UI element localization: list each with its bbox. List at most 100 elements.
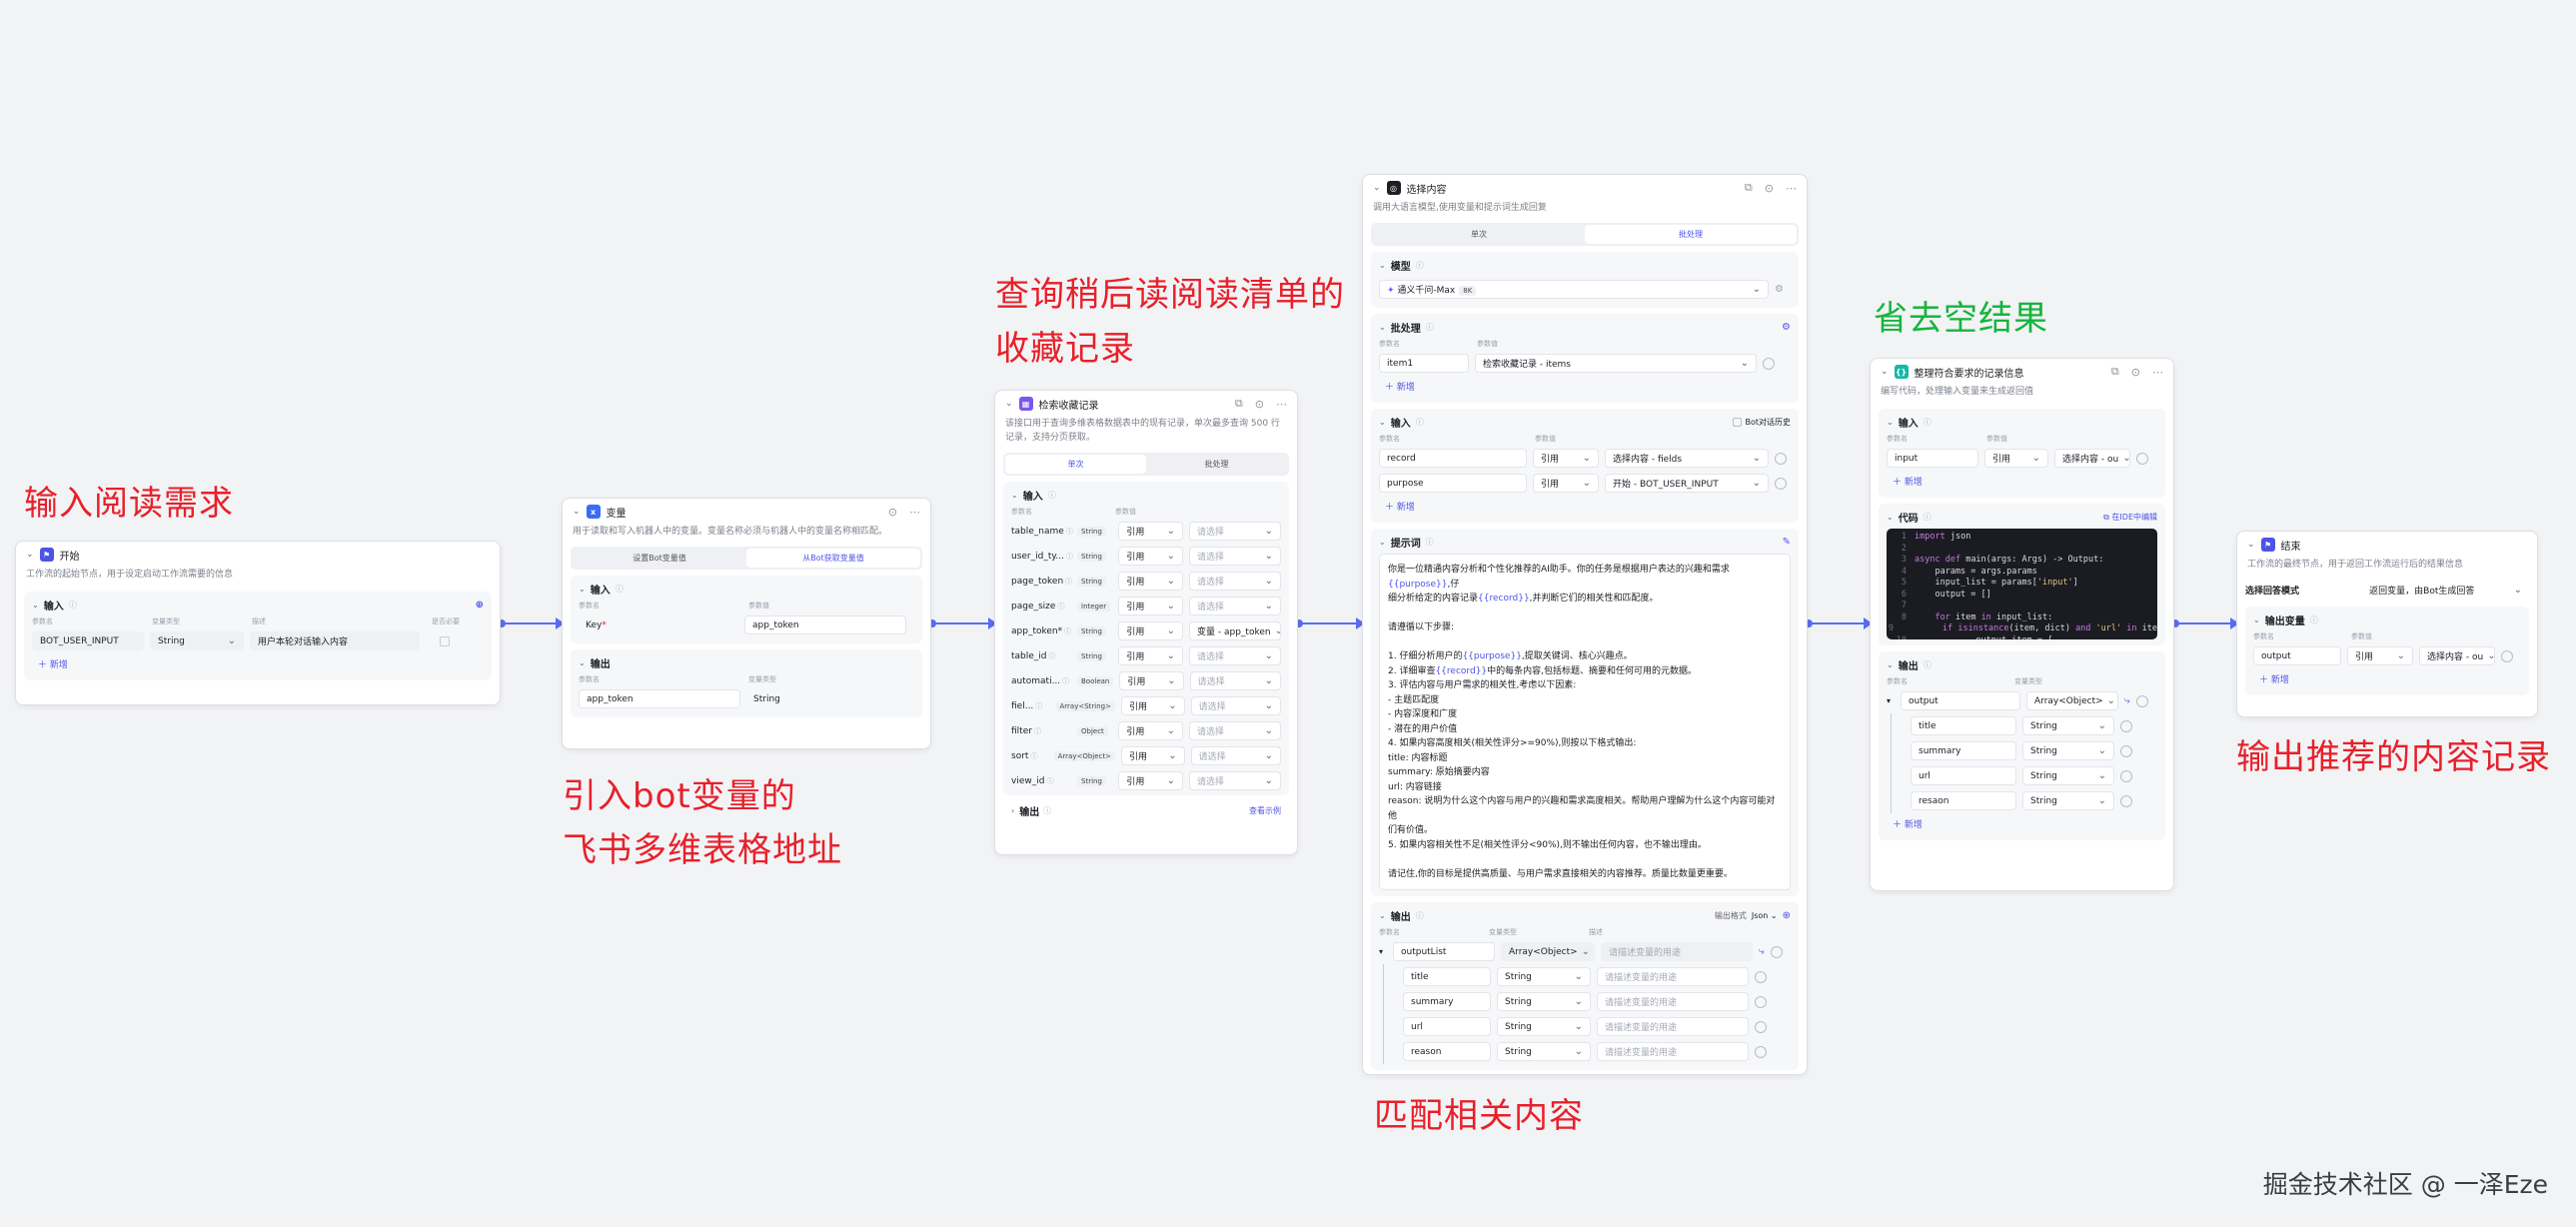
start-node[interactable]: ⌄ ⚑ 开始 工作流的起始节点，用于设定启动工作流需要的信息 ⌄ 输入 ⓘ ⊕ 参数名 变量…: [15, 541, 501, 705]
history-toggle[interactable]: Bot对话历史: [1733, 417, 1791, 428]
remove-icon[interactable]: [2120, 794, 2132, 807]
collapse-icon[interactable]: ⌄: [2247, 540, 2255, 550]
input-name-field[interactable]: purpose: [1379, 474, 1527, 493]
output-type-select[interactable]: Array<Object>: [1501, 942, 1595, 961]
tab-single[interactable]: 单次: [1373, 225, 1585, 244]
code-editor[interactable]: 1 import json 2 3 async def main(args: Args)…: [1887, 529, 2157, 639]
batch-value-select[interactable]: 检索收藏记录 - items: [1475, 354, 1757, 373]
remove-icon[interactable]: [2120, 769, 2132, 782]
input-value-select[interactable]: 开始 - BOT_USER_INPUT: [1605, 474, 1769, 493]
ref-select[interactable]: 引用: [1984, 449, 2048, 468]
param-value-select[interactable]: 请选择: [1190, 746, 1281, 765]
key-value-field[interactable]: app_token: [744, 615, 906, 634]
more-icon[interactable]: ⋯: [1786, 182, 1797, 195]
end-node[interactable]: ⌄ ⚑ 结束 工作流的最终节点，用于返回工作流运行后的结果信息 选择回答模式 返回变量…: [2236, 531, 2538, 717]
output-desc-field[interactable]: 请描述变量的用途: [1597, 967, 1749, 986]
llm-node[interactable]: ⌄ ◎ 选择内容 ⧉ ⊙ ⋯ 调用大语言模型,使用变量和提示词生成回复 单次 批处理 ⌄ 模…: [1362, 174, 1808, 1075]
output-type-select[interactable]: String: [2022, 716, 2114, 735]
tab-single[interactable]: 单次: [1005, 455, 1146, 474]
param-desc-field[interactable]: 用户本轮对话输入内容: [250, 631, 420, 650]
param-type-select[interactable]: String: [150, 631, 244, 650]
tab-batch[interactable]: 批处理: [1146, 455, 1287, 474]
edit-in-ide-link[interactable]: ⧉ 在IDE中编辑: [2103, 512, 2157, 523]
output-name-field[interactable]: summary: [1403, 992, 1491, 1011]
prompt-editor[interactable]: 你是一位精通内容分析和个性化推荐的AI助手。你的任务是根据用户表达的兴趣和需求{…: [1379, 554, 1791, 890]
remove-icon[interactable]: [2120, 744, 2132, 757]
output-value-select[interactable]: 选择内容 - ou: [2419, 646, 2495, 665]
required-checkbox[interactable]: [440, 635, 450, 646]
output-name-field[interactable]: url: [1911, 766, 2016, 785]
add-child-icon[interactable]: ⤷: [1759, 946, 1765, 957]
output-type-select[interactable]: String: [1497, 967, 1591, 986]
param-name-field[interactable]: BOT_USER_INPUT: [32, 631, 144, 650]
ref-select[interactable]: 引用: [1118, 522, 1184, 541]
ref-select[interactable]: 引用: [1121, 746, 1185, 765]
ref-select[interactable]: 引用: [1533, 474, 1599, 493]
param-value-select[interactable]: 请选择: [1190, 696, 1281, 715]
ref-select[interactable]: 引用: [1118, 597, 1184, 615]
ref-select[interactable]: 引用: [1118, 572, 1184, 591]
output-desc-field[interactable]: 请描述变量的用途: [1597, 1042, 1749, 1061]
remove-icon[interactable]: [1755, 970, 1767, 983]
remove-icon[interactable]: [1763, 357, 1775, 370]
output-name-field[interactable]: output: [1901, 691, 2020, 710]
add-param-icon[interactable]: ⊕: [476, 600, 484, 611]
copy-icon[interactable]: ⧉: [2111, 365, 2119, 379]
more-icon[interactable]: ⋯: [909, 506, 920, 519]
tab-get-var[interactable]: 从Bot获取变量值: [746, 549, 920, 568]
remove-icon[interactable]: [1755, 995, 1767, 1008]
collapse-icon[interactable]: ⌄: [26, 550, 34, 560]
output-type-select[interactable]: String: [2022, 741, 2114, 760]
input-name-field[interactable]: input: [1887, 449, 1978, 468]
add-button[interactable]: ＋ 新增: [32, 653, 484, 674]
run-icon[interactable]: ⊙: [1255, 398, 1264, 411]
output-name-field[interactable]: output: [2253, 646, 2341, 665]
add-button[interactable]: ＋ 新增: [1379, 376, 1791, 397]
variable-node[interactable]: ⌄ x 变量 ⊙ ⋯ 用于读取和写入机器人中的变量。变量名称必须与机器人中的变量名称相匹…: [562, 498, 931, 749]
expand-icon[interactable]: ▾: [1379, 947, 1387, 956]
output-name-field[interactable]: resaon: [1911, 791, 2016, 810]
add-button[interactable]: ＋ 新增: [2253, 668, 2521, 689]
param-value-select[interactable]: 请选择: [1189, 771, 1281, 790]
code-node[interactable]: ⌄{} 整理符合要求的记录信息 ⧉ ⊙ ⋯ 编写代码，处理输入变量来生成返回值 ⌄ 输入 ⓘ…: [1870, 358, 2174, 891]
tab-set-var[interactable]: 设置Bot变量值: [573, 549, 746, 568]
param-value-select[interactable]: 请选择: [1189, 547, 1281, 566]
collapse-icon[interactable]: ⌄: [1373, 183, 1381, 193]
ref-select[interactable]: 引用: [1533, 449, 1599, 468]
param-value-select[interactable]: 请选择: [1189, 522, 1281, 541]
collapse-icon[interactable]: ⌄: [1005, 399, 1013, 409]
output-name-field[interactable]: title: [1403, 967, 1491, 986]
add-button[interactable]: ＋ 新增: [1887, 471, 2157, 492]
ref-select[interactable]: 引用: [1119, 671, 1184, 690]
input-value-select[interactable]: 选择内容 - fields: [1605, 449, 1769, 468]
param-value-select[interactable]: 变量 - app_token: [1189, 621, 1281, 640]
remove-icon[interactable]: [1755, 1045, 1767, 1058]
output-type-select[interactable]: String: [1497, 992, 1591, 1011]
remove-icon[interactable]: [2136, 452, 2148, 465]
mode-select[interactable]: 返回变量，由Bot生成回答: [2362, 581, 2529, 600]
copy-icon[interactable]: ⧉: [1235, 397, 1243, 411]
ref-select[interactable]: 引用: [1118, 771, 1184, 790]
remove-icon[interactable]: [2501, 649, 2513, 662]
ref-select[interactable]: 引用: [2347, 646, 2413, 665]
collapse-icon[interactable]: ⌄: [573, 507, 581, 517]
run-icon[interactable]: ⊙: [1765, 182, 1774, 195]
run-icon[interactable]: ⊙: [2131, 366, 2140, 379]
ref-select[interactable]: 引用: [1121, 696, 1185, 715]
remove-icon[interactable]: [1755, 1020, 1767, 1033]
output-type-select[interactable]: String: [2022, 766, 2114, 785]
output-desc-field[interactable]: 请描述变量的用途: [1601, 942, 1753, 961]
param-value-select[interactable]: 请选择: [1189, 671, 1281, 690]
output-desc-field[interactable]: 请描述变量的用途: [1597, 992, 1749, 1011]
output-desc-field[interactable]: 请描述变量的用途: [1597, 1017, 1749, 1036]
remove-icon[interactable]: [1775, 477, 1787, 490]
ref-select[interactable]: 引用: [1118, 646, 1184, 665]
run-icon[interactable]: ⊙: [888, 506, 897, 519]
remove-icon[interactable]: [1770, 945, 1783, 958]
input-value-select[interactable]: 选择内容 - ou: [2054, 449, 2130, 468]
output-name-field[interactable]: title: [1911, 716, 2016, 735]
plugin-node[interactable]: ⌄ ▦ 检索收藏记录 ⧉ ⊙ ⋯ 该接口用于查询多维表格数据表中的现有记录，单次最多查询 …: [994, 390, 1298, 855]
output-type-select[interactable]: String: [1497, 1042, 1591, 1061]
remove-icon[interactable]: [2120, 719, 2132, 732]
output-name-field[interactable]: app_token: [579, 689, 740, 708]
